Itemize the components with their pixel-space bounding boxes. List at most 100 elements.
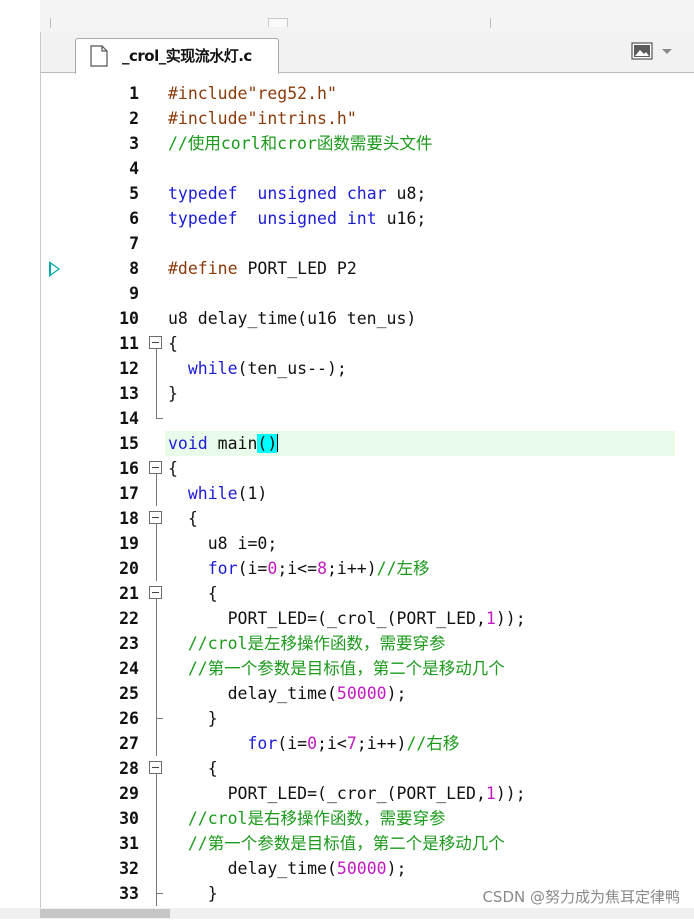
code-editor[interactable]: _crol_实现流水灯.c 1 #include"reg52.h" 2 #includ… — [40, 32, 694, 917]
line-number: 19 — [119, 534, 139, 553]
fold-guide-end — [147, 406, 167, 431]
fold-guide — [147, 356, 167, 381]
code-line[interactable]: 12 while(ten_us--); — [41, 356, 694, 381]
code-text[interactable]: { — [168, 506, 198, 531]
number-literal: 50000 — [336, 859, 387, 878]
code-line[interactable]: 26 } — [41, 706, 694, 731]
code-line[interactable]: 9 — [41, 281, 694, 306]
fold-guide — [147, 681, 167, 706]
code-text[interactable]: delay_time(50000); — [168, 856, 407, 881]
code-line[interactable]: 20 for(i=0;i<=8;i++)//左移 — [41, 556, 694, 581]
code-text[interactable]: //第一个参数是目标值，第二个是移动几个 — [168, 831, 505, 856]
editor-tab-bar: _crol_实现流水灯.c — [41, 32, 694, 74]
code-text: { — [168, 509, 198, 528]
code-text[interactable]: u8 delay_time(u16 ten_us) — [168, 306, 416, 331]
code-text[interactable]: for(i=0;i<=8;i++)//左移 — [168, 556, 430, 581]
line-number: 7 — [129, 234, 139, 253]
code-text[interactable]: for(i=0;i<7;i++)//右移 — [168, 731, 459, 756]
code-line[interactable]: 2 #include"intrins.h" — [41, 106, 694, 131]
code-line[interactable]: 10 u8 delay_time(u16 ten_us) — [41, 306, 694, 331]
code-line[interactable]: 22 PORT_LED=(_crol_(PORT_LED,1)); — [41, 606, 694, 631]
code-line[interactable]: 28 { — [41, 756, 694, 781]
code-text[interactable]: #include"reg52.h" — [168, 81, 337, 106]
code-text: delay_time( — [168, 859, 337, 878]
code-text[interactable]: { — [168, 331, 178, 356]
code-line[interactable]: 31 //第一个参数是目标值，第二个是移动几个 — [41, 831, 694, 856]
chevron-down-icon[interactable] — [659, 41, 675, 61]
code-line[interactable]: 14 — [41, 406, 694, 431]
code-line[interactable]: 5 typedef unsigned char u8; — [41, 181, 694, 206]
line-number: 12 — [119, 359, 139, 378]
code-text: u8 i=0; — [168, 534, 278, 553]
fold-toggle-icon[interactable] — [147, 756, 167, 781]
code-line[interactable]: 3 //使用corl和cror函数需要头文件 — [41, 131, 694, 156]
keyword: unsigned — [257, 209, 337, 228]
fold-toggle-icon[interactable] — [147, 581, 167, 606]
code-text[interactable]: PORT_LED=(_crol_(PORT_LED,1)); — [168, 606, 526, 631]
code-line[interactable]: 23 //crol是左移操作函数，需要穿参 — [41, 631, 694, 656]
code-line[interactable]: 21 { — [41, 581, 694, 606]
code-text[interactable]: { — [168, 456, 178, 481]
code-line[interactable]: 7 — [41, 231, 694, 256]
code-text[interactable]: PORT_LED=(_cror_(PORT_LED,1)); — [168, 781, 526, 806]
code-line[interactable]: 30 //crol是右移操作函数，需要穿参 — [41, 806, 694, 831]
fold-toggle-icon[interactable] — [147, 506, 167, 531]
code-line[interactable]: 27 for(i=0;i<7;i++)//右移 — [41, 731, 694, 756]
code-text[interactable]: while(ten_us--); — [168, 356, 347, 381]
code-text[interactable]: } — [168, 881, 218, 906]
code-line[interactable]: 13} — [41, 381, 694, 406]
code-text[interactable]: u8 i=0; — [168, 531, 278, 556]
code-line[interactable]: 6 typedef unsigned int u16; — [41, 206, 694, 231]
code-text: (i= — [237, 559, 268, 578]
line-number: 10 — [119, 309, 139, 328]
code-line[interactable]: 18 { — [41, 506, 694, 531]
code-text[interactable]: #define PORT_LED P2 — [168, 256, 357, 281]
keyword: unsigned — [257, 184, 337, 203]
code-area[interactable]: 1 #include"reg52.h" 2 #include"intrins.h" 3/… — [41, 81, 694, 906]
code-line[interactable]: 24 //第一个参数是目标值，第二个是移动几个 — [41, 656, 694, 681]
code-text[interactable]: //第一个参数是目标值，第二个是移动几个 — [168, 656, 505, 681]
code-line[interactable]: 29 PORT_LED=(_cror_(PORT_LED,1)); — [41, 781, 694, 806]
picture-icon[interactable] — [631, 41, 653, 61]
code-text[interactable]: { — [168, 756, 218, 781]
code-text[interactable]: void main() — [168, 431, 279, 456]
code-text[interactable]: typedef unsigned int u16; — [168, 206, 426, 231]
code-text[interactable]: while(1) — [168, 481, 267, 506]
tab-title: _crol_实现流水灯.c — [122, 47, 252, 65]
code-line[interactable]: 15 void main() — [41, 431, 694, 456]
code-text[interactable]: //crol是左移操作函数，需要穿参 — [168, 631, 446, 656]
fold-toggle-icon[interactable] — [147, 331, 167, 356]
code-text: ;i<= — [277, 559, 318, 578]
fold-guide — [147, 656, 167, 681]
code-text[interactable]: delay_time(50000); — [168, 681, 407, 706]
code-line[interactable]: 25 delay_time(50000); — [41, 681, 694, 706]
code-line[interactable]: 8 #define PORT_LED P2 — [41, 256, 694, 281]
horizontal-scrollbar[interactable] — [0, 906, 694, 919]
code-text[interactable]: #include"intrins.h" — [168, 106, 357, 131]
code-line[interactable]: 32 delay_time(50000); — [41, 856, 694, 881]
code-text[interactable]: //使用corl和cror函数需要头文件 — [168, 131, 432, 156]
fold-guide — [147, 531, 167, 556]
code-text: { — [168, 759, 218, 778]
code-text[interactable]: { — [168, 581, 218, 606]
code-text[interactable]: } — [168, 381, 178, 406]
watermark: CSDN @努力成为焦耳定律鸭 — [482, 888, 680, 906]
strip-divider — [50, 18, 51, 28]
code-text[interactable]: typedef unsigned char u8; — [168, 181, 426, 206]
code-line[interactable]: 16 { — [41, 456, 694, 481]
fold-toggle-icon[interactable] — [147, 456, 167, 481]
code-text: PORT_LED=(_cror_(PORT_LED, — [168, 784, 486, 803]
code-text[interactable]: } — [168, 706, 218, 731]
code-line[interactable]: 17 while(1) — [41, 481, 694, 506]
code-text[interactable]: //crol是右移操作函数，需要穿参 — [168, 806, 446, 831]
code-line[interactable]: 19 u8 i=0; — [41, 531, 694, 556]
code-line[interactable]: 1 #include"reg52.h" — [41, 81, 694, 106]
tab-file[interactable]: _crol_实现流水灯.c — [75, 38, 279, 74]
code-text: } — [168, 384, 178, 403]
fold-guide — [147, 806, 167, 831]
code-line[interactable]: 4 — [41, 156, 694, 181]
code-line[interactable]: 11 { — [41, 331, 694, 356]
